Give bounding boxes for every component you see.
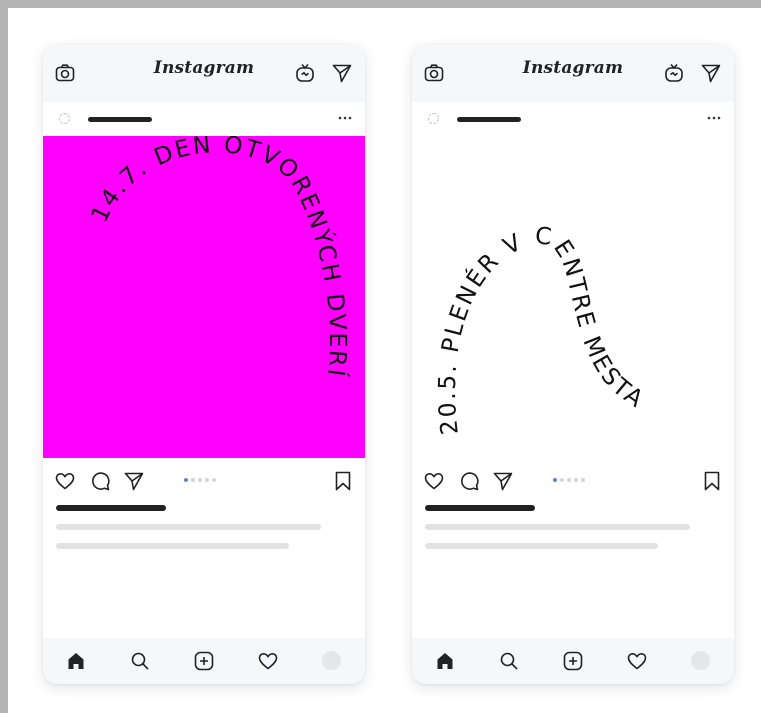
top-bar: Instagram: [412, 44, 734, 102]
search-icon[interactable]: [498, 650, 520, 672]
igtv-icon[interactable]: [294, 62, 316, 84]
post-avatar[interactable]: [59, 113, 70, 124]
likes-placeholder: [56, 505, 166, 511]
carousel-dot[interactable]: [553, 478, 557, 482]
carousel-dot[interactable]: [191, 478, 195, 482]
comment-icon[interactable]: [89, 470, 111, 492]
bookmark-icon[interactable]: [332, 470, 354, 492]
more-options-icon[interactable]: [706, 114, 722, 122]
profile-avatar[interactable]: [691, 651, 710, 670]
carousel-indicator: [184, 478, 216, 484]
heart-icon[interactable]: [423, 470, 445, 492]
post-avatar[interactable]: [428, 113, 439, 124]
carousel-indicator: [553, 478, 585, 484]
top-bar: Instagram: [43, 44, 365, 102]
carousel-dot[interactable]: [560, 478, 564, 482]
post-image-graphic: 20.5. PLENÉR V CENTRE MESTA: [433, 221, 650, 436]
carousel-dot[interactable]: [212, 478, 216, 482]
window-frame-left: [0, 0, 8, 713]
post-image-graphic: 14.7. DEŇ OTVORENÝCH DVERÍ: [85, 136, 352, 380]
post-image[interactable]: 20.5. PLENÉR V CENTRE MESTA: [412, 136, 734, 458]
carousel-dot[interactable]: [567, 478, 571, 482]
igtv-icon[interactable]: [663, 62, 685, 84]
post-actions: [43, 466, 365, 496]
post-art-text: 20.5. PLENÉR V CENTRE MESTA: [433, 221, 650, 436]
carousel-dot[interactable]: [184, 478, 188, 482]
share-icon[interactable]: [492, 470, 514, 492]
phone-mockup-1: Instagram 14.7. DEŇ OTVORENÝCH DVERÍ: [43, 44, 365, 684]
instagram-logo: Instagram: [522, 58, 624, 78]
search-icon[interactable]: [129, 650, 151, 672]
caption-placeholder-line: [425, 524, 690, 530]
username-placeholder[interactable]: [88, 117, 152, 122]
profile-avatar[interactable]: [322, 651, 341, 670]
caption-placeholder-line: [56, 543, 289, 549]
home-icon[interactable]: [434, 650, 456, 672]
post-image[interactable]: 14.7. DEŇ OTVORENÝCH DVERÍ: [43, 136, 365, 458]
caption-placeholder-line: [56, 524, 321, 530]
direct-message-icon[interactable]: [331, 62, 353, 84]
carousel-dot[interactable]: [198, 478, 202, 482]
carousel-dot[interactable]: [205, 478, 209, 482]
instagram-logo: Instagram: [153, 58, 255, 78]
add-post-icon[interactable]: [193, 650, 215, 672]
activity-heart-icon[interactable]: [257, 650, 279, 672]
likes-placeholder: [425, 505, 535, 511]
more-options-icon[interactable]: [337, 114, 353, 122]
post-actions: [412, 466, 734, 496]
post-header: [43, 102, 365, 136]
bottom-nav: [43, 638, 365, 684]
heart-icon[interactable]: [54, 470, 76, 492]
share-icon[interactable]: [123, 470, 145, 492]
direct-message-icon[interactable]: [700, 62, 722, 84]
carousel-dot[interactable]: [581, 478, 585, 482]
bookmark-icon[interactable]: [701, 470, 723, 492]
post-art-text: 14.7. DEŇ OTVORENÝCH DVERÍ: [85, 136, 352, 380]
caption-placeholder-line: [425, 543, 658, 549]
phone-mockup-2: Instagram 20.5. PLENÉR V CENTRE MESTA: [412, 44, 734, 684]
comment-icon[interactable]: [458, 470, 480, 492]
post-header: [412, 102, 734, 136]
bottom-nav: [412, 638, 734, 684]
activity-heart-icon[interactable]: [626, 650, 648, 672]
carousel-dot[interactable]: [574, 478, 578, 482]
window-frame-top: [0, 0, 761, 8]
username-placeholder[interactable]: [457, 117, 521, 122]
home-icon[interactable]: [65, 650, 87, 672]
add-post-icon[interactable]: [562, 650, 584, 672]
